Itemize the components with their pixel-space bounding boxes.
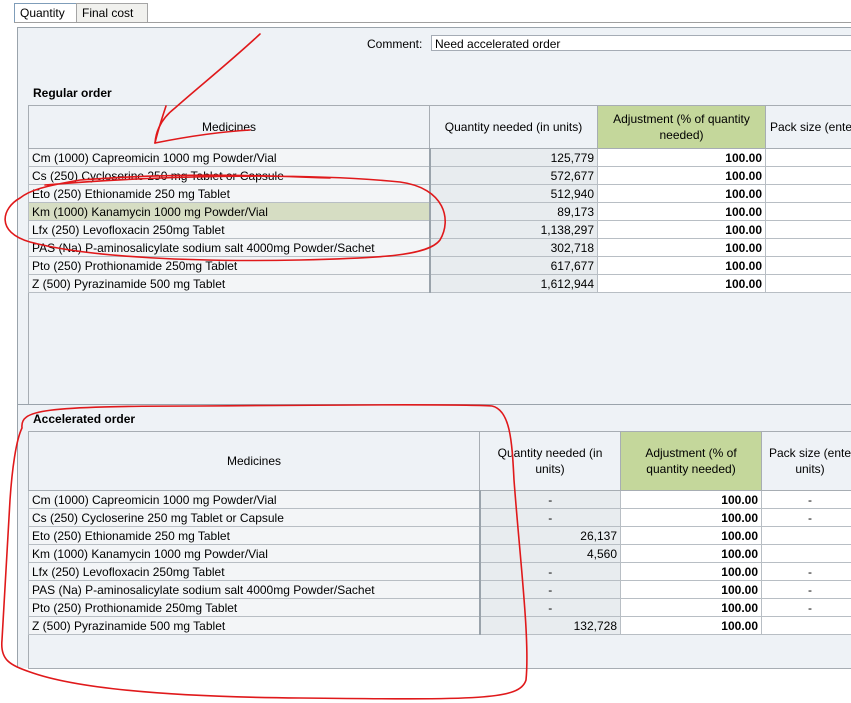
quantity-cell: 132,728 bbox=[478, 616, 621, 635]
quantity-cell: - bbox=[478, 598, 621, 617]
adjustment-cell[interactable]: 100.00 bbox=[620, 598, 762, 617]
table-row[interactable]: Z (500) Pyrazinamide 500 mg Tablet 132,72… bbox=[28, 616, 851, 635]
comment-label: Comment: bbox=[367, 37, 423, 51]
pack-size-cell[interactable] bbox=[765, 166, 851, 185]
medicine-name-cell: Cm (1000) Capreomicin 1000 mg Powder/Via… bbox=[28, 490, 480, 509]
table-row[interactable]: Cm (1000) Capreomicin 1000 mg Powder/Via… bbox=[28, 490, 851, 509]
column-header-quantity[interactable]: Quantity needed (in units) bbox=[479, 431, 621, 491]
medicine-name-cell: Cm (1000) Capreomicin 1000 mg Powder/Via… bbox=[28, 148, 430, 167]
table-row[interactable]: Lfx (250) Levofloxacin 250mg Tablet -100.… bbox=[28, 562, 851, 581]
column-header-pack-size[interactable]: Pack size (ente units) bbox=[761, 431, 851, 491]
column-header-medicines[interactable]: Medicines bbox=[28, 105, 430, 149]
adjustment-cell[interactable]: 100.00 bbox=[597, 184, 766, 203]
medicine-name-cell: PAS (Na) P-aminosalicylate sodium salt 4… bbox=[28, 238, 430, 257]
table-row[interactable]: Km (1000) Kanamycin 1000 mg Powder/Vial 4… bbox=[28, 544, 851, 563]
regular-order-title: Regular order bbox=[33, 86, 112, 100]
table-row[interactable]: Cs (250) Cycloserine 250 mg Tablet or Ca… bbox=[28, 166, 851, 185]
table-row[interactable]: Cm (1000) Capreomicin 1000 mg Powder/Via… bbox=[28, 148, 851, 167]
tab-final-cost[interactable]: Final cost bbox=[76, 3, 148, 22]
pack-size-cell[interactable] bbox=[765, 238, 851, 257]
adjustment-cell[interactable]: 100.00 bbox=[597, 256, 766, 275]
comment-input[interactable]: Need accelerated order bbox=[431, 35, 851, 51]
quantity-cell: 4,560 bbox=[478, 544, 621, 563]
pack-size-cell[interactable]: - bbox=[761, 490, 851, 509]
medicine-name-cell: Z (500) Pyrazinamide 500 mg Tablet bbox=[28, 616, 480, 635]
adjustment-cell[interactable]: 100.00 bbox=[620, 616, 762, 635]
table-row[interactable]: Km (1000) Kanamycin 1000 mg Powder/Vial 8… bbox=[28, 202, 851, 221]
quantity-cell: - bbox=[478, 490, 621, 509]
adjustment-cell[interactable]: 100.00 bbox=[620, 526, 762, 545]
pack-size-cell[interactable] bbox=[761, 526, 851, 545]
table-row[interactable]: Pto (250) Prothionamide 250mg Tablet -100… bbox=[28, 598, 851, 617]
column-header-pack-size[interactable]: Pack size (ente bbox=[765, 105, 851, 149]
table-row[interactable]: Eto (250) Ethionamide 250 mg Tablet 26,13… bbox=[28, 526, 851, 545]
adjustment-cell[interactable]: 100.00 bbox=[620, 562, 762, 581]
section-divider bbox=[17, 404, 851, 405]
column-header-medicines[interactable]: Medicines bbox=[28, 431, 480, 491]
table-row[interactable]: Eto (250) Ethionamide 250 mg Tablet 512,9… bbox=[28, 184, 851, 203]
table-row[interactable]: PAS (Na) P-aminosalicylate sodium salt 4… bbox=[28, 238, 851, 257]
adjustment-cell[interactable]: 100.00 bbox=[597, 238, 766, 257]
quantity-cell: 302,718 bbox=[428, 238, 598, 257]
quantity-cell: 1,138,297 bbox=[428, 220, 598, 239]
medicine-name-cell: Eto (250) Ethionamide 250 mg Tablet bbox=[28, 526, 480, 545]
quantity-cell: 1,612,944 bbox=[428, 274, 598, 293]
column-header-adjustment[interactable]: Adjustment (% of quantity needed) bbox=[620, 431, 762, 491]
regular-order-table: Medicines Quantity needed (in units) Adj… bbox=[28, 105, 851, 293]
medicine-name-cell: Pto (250) Prothionamide 250mg Tablet bbox=[28, 256, 430, 275]
accelerated-order-table: Medicines Quantity needed (in units) Adj… bbox=[28, 431, 851, 635]
adjustment-cell[interactable]: 100.00 bbox=[620, 580, 762, 599]
medicine-name-cell: Lfx (250) Levofloxacin 250mg Tablet bbox=[28, 220, 430, 239]
accelerated-order-title: Accelerated order bbox=[33, 412, 136, 426]
table-row[interactable]: PAS (Na) P-aminosalicylate sodium salt 4… bbox=[28, 580, 851, 599]
quantity-cell: 617,677 bbox=[428, 256, 598, 275]
pack-size-cell[interactable]: - bbox=[761, 580, 851, 599]
quantity-cell: - bbox=[478, 508, 621, 527]
medicine-name-cell: Cs (250) Cycloserine 250 mg Tablet or Ca… bbox=[28, 508, 480, 527]
pack-size-cell[interactable]: - bbox=[761, 508, 851, 527]
pack-size-cell[interactable] bbox=[765, 274, 851, 293]
adjustment-cell[interactable]: 100.00 bbox=[620, 544, 762, 563]
medicine-name-cell: Lfx (250) Levofloxacin 250mg Tablet bbox=[28, 562, 480, 581]
table-row[interactable]: Pto (250) Prothionamide 250mg Tablet 617,… bbox=[28, 256, 851, 275]
adjustment-cell[interactable]: 100.00 bbox=[597, 220, 766, 239]
quantity-cell: 512,940 bbox=[428, 184, 598, 203]
tab-quantity[interactable]: Quantity bbox=[14, 3, 84, 22]
quantity-cell: 125,779 bbox=[428, 148, 598, 167]
pack-size-cell[interactable] bbox=[765, 148, 851, 167]
table-row[interactable]: Z (500) Pyrazinamide 500 mg Tablet 1,612,… bbox=[28, 274, 851, 293]
column-header-quantity[interactable]: Quantity needed (in units) bbox=[429, 105, 598, 149]
medicine-name-cell: PAS (Na) P-aminosalicylate sodium salt 4… bbox=[28, 580, 480, 599]
pack-size-cell[interactable]: - bbox=[761, 562, 851, 581]
medicine-name-cell: Z (500) Pyrazinamide 500 mg Tablet bbox=[28, 274, 430, 293]
pack-size-cell[interactable]: - bbox=[761, 598, 851, 617]
table-row[interactable]: Lfx (250) Levofloxacin 250mg Tablet 1,138… bbox=[28, 220, 851, 239]
adjustment-cell[interactable]: 100.00 bbox=[597, 148, 766, 167]
medicine-name-cell: Cs (250) Cycloserine 250 mg Tablet or Ca… bbox=[28, 166, 430, 185]
adjustment-cell[interactable]: 100.00 bbox=[620, 508, 762, 527]
column-header-adjustment[interactable]: Adjustment (% of quantity needed) bbox=[597, 105, 766, 149]
medicine-name-cell: Km (1000) Kanamycin 1000 mg Powder/Vial bbox=[28, 202, 430, 221]
pack-size-cell[interactable] bbox=[761, 544, 851, 563]
quantity-cell: 572,677 bbox=[428, 166, 598, 185]
quantity-cell: 89,173 bbox=[428, 202, 598, 221]
quantity-cell: 26,137 bbox=[478, 526, 621, 545]
medicine-name-cell: Km (1000) Kanamycin 1000 mg Powder/Vial bbox=[28, 544, 480, 563]
table-row[interactable]: Cs (250) Cycloserine 250 mg Tablet or Ca… bbox=[28, 508, 851, 527]
pack-size-cell[interactable] bbox=[761, 616, 851, 635]
adjustment-cell[interactable]: 100.00 bbox=[620, 490, 762, 509]
adjustment-cell[interactable]: 100.00 bbox=[597, 202, 766, 221]
pack-size-cell[interactable] bbox=[765, 184, 851, 203]
medicine-name-cell: Eto (250) Ethionamide 250 mg Tablet bbox=[28, 184, 430, 203]
pack-size-cell[interactable] bbox=[765, 256, 851, 275]
pack-size-cell[interactable] bbox=[765, 202, 851, 221]
pack-size-cell[interactable] bbox=[765, 220, 851, 239]
quantity-cell: - bbox=[478, 562, 621, 581]
adjustment-cell[interactable]: 100.00 bbox=[597, 166, 766, 185]
tab-divider bbox=[14, 22, 851, 23]
medicine-name-cell: Pto (250) Prothionamide 250mg Tablet bbox=[28, 598, 480, 617]
adjustment-cell[interactable]: 100.00 bbox=[597, 274, 766, 293]
quantity-cell: - bbox=[478, 580, 621, 599]
